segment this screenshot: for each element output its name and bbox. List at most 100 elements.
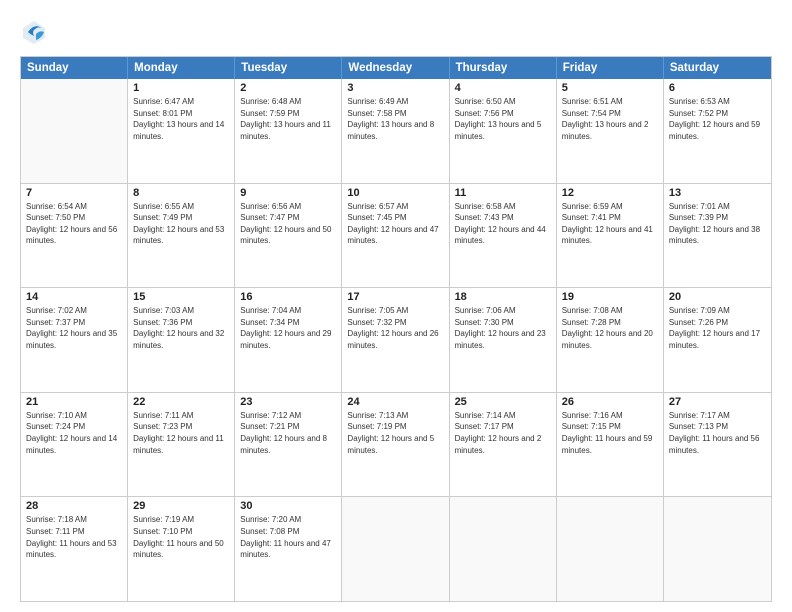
day-cell-12: 12 Sunrise: 6:59 AM Sunset: 7:41 PM Dayli… bbox=[557, 184, 664, 288]
sun-info: Sunrise: 6:54 AM Sunset: 7:50 PM Dayligh… bbox=[26, 201, 122, 247]
empty-cell bbox=[21, 79, 128, 183]
day-number: 5 bbox=[562, 82, 658, 94]
day-cell-22: 22Sunrise: 7:11 AM Sunset: 7:23 PM Dayli… bbox=[128, 393, 235, 497]
header-day-saturday: Saturday bbox=[664, 57, 771, 79]
day-cell-7: 7Sunrise: 6:54 AM Sunset: 7:50 PM Daylig… bbox=[21, 184, 128, 288]
day-number: 25 bbox=[455, 396, 551, 408]
header-day-friday: Friday bbox=[557, 57, 664, 79]
empty-cell bbox=[664, 497, 771, 601]
day-number: 2 bbox=[240, 82, 336, 94]
calendar: SundayMondayTuesdayWednesdayThursdayFrid… bbox=[20, 56, 772, 602]
day-number: 20 bbox=[669, 291, 766, 303]
header-day-wednesday: Wednesday bbox=[342, 57, 449, 79]
header-day-sunday: Sunday bbox=[21, 57, 128, 79]
sun-info: Sunrise: 7:04 AM Sunset: 7:34 PM Dayligh… bbox=[240, 305, 336, 351]
day-cell-11: 11 Sunrise: 6:58 AM Sunset: 7:43 PM Dayli… bbox=[450, 184, 557, 288]
day-number: 12 bbox=[562, 187, 658, 199]
day-cell-2: 2 Sunrise: 6:48 AM Sunset: 7:59 PM Daylig… bbox=[235, 79, 342, 183]
sun-info: Sunrise: 6:59 AM Sunset: 7:41 PM Dayligh… bbox=[562, 201, 658, 247]
day-number: 22 bbox=[133, 396, 229, 408]
day-number: 28 bbox=[26, 500, 122, 512]
day-number: 9 bbox=[240, 187, 336, 199]
sun-info: Sunrise: 7:14 AM Sunset: 7:17 PM Dayligh… bbox=[455, 410, 551, 456]
day-cell-24: 24 Sunrise: 7:13 AM Sunset: 7:19 PM Dayli… bbox=[342, 393, 449, 497]
day-number: 8 bbox=[133, 187, 229, 199]
day-cell-25: 25 Sunrise: 7:14 AM Sunset: 7:17 PM Dayli… bbox=[450, 393, 557, 497]
sun-info: Sunrise: 6:48 AM Sunset: 7:59 PM Dayligh… bbox=[240, 96, 336, 142]
day-cell-20: 20 Sunrise: 7:09 AM Sunset: 7:26 PM Dayli… bbox=[664, 288, 771, 392]
day-cell-6: 6 Sunrise: 6:53 AM Sunset: 7:52 PM Daylig… bbox=[664, 79, 771, 183]
day-number: 21 bbox=[26, 396, 122, 408]
sun-info: Sunrise: 7:09 AM Sunset: 7:26 PM Dayligh… bbox=[669, 305, 766, 351]
calendar-header: SundayMondayTuesdayWednesdayThursdayFrid… bbox=[21, 57, 771, 79]
logo bbox=[20, 18, 52, 46]
sun-info: Sunrise: 7:12 AM Sunset: 7:21 PM Dayligh… bbox=[240, 410, 336, 456]
header-day-monday: Monday bbox=[128, 57, 235, 79]
day-number: 29 bbox=[133, 500, 229, 512]
sun-info: Sunrise: 7:03 AM Sunset: 7:36 PM Dayligh… bbox=[133, 305, 229, 351]
day-number: 23 bbox=[240, 396, 336, 408]
day-number: 19 bbox=[562, 291, 658, 303]
day-number: 16 bbox=[240, 291, 336, 303]
sun-info: Sunrise: 7:13 AM Sunset: 7:19 PM Dayligh… bbox=[347, 410, 443, 456]
sun-info: Sunrise: 6:58 AM Sunset: 7:43 PM Dayligh… bbox=[455, 201, 551, 247]
day-cell-16: 16 Sunrise: 7:04 AM Sunset: 7:34 PM Dayli… bbox=[235, 288, 342, 392]
day-number: 3 bbox=[347, 82, 443, 94]
day-cell-19: 19 Sunrise: 7:08 AM Sunset: 7:28 PM Dayli… bbox=[557, 288, 664, 392]
day-number: 13 bbox=[669, 187, 766, 199]
logo-icon bbox=[20, 18, 48, 46]
day-number: 17 bbox=[347, 291, 443, 303]
sun-info: Sunrise: 6:49 AM Sunset: 7:58 PM Dayligh… bbox=[347, 96, 443, 142]
day-cell-27: 27 Sunrise: 7:17 AM Sunset: 7:13 PM Dayli… bbox=[664, 393, 771, 497]
day-number: 18 bbox=[455, 291, 551, 303]
day-number: 10 bbox=[347, 187, 443, 199]
day-number: 11 bbox=[455, 187, 551, 199]
calendar-row-3: 14 Sunrise: 7:02 AM Sunset: 7:37 PM Dayli… bbox=[21, 287, 771, 392]
header-day-thursday: Thursday bbox=[450, 57, 557, 79]
sun-info: Sunrise: 6:51 AM Sunset: 7:54 PM Dayligh… bbox=[562, 96, 658, 142]
day-cell-14: 14 Sunrise: 7:02 AM Sunset: 7:37 PM Dayli… bbox=[21, 288, 128, 392]
sun-info: Sunrise: 6:50 AM Sunset: 7:56 PM Dayligh… bbox=[455, 96, 551, 142]
day-number: 30 bbox=[240, 500, 336, 512]
empty-cell bbox=[342, 497, 449, 601]
sun-info: Sunrise: 7:18 AM Sunset: 7:11 PM Dayligh… bbox=[26, 514, 122, 560]
sun-info: Sunrise: 7:02 AM Sunset: 7:37 PM Dayligh… bbox=[26, 305, 122, 351]
empty-cell bbox=[557, 497, 664, 601]
day-cell-10: 10Sunrise: 6:57 AM Sunset: 7:45 PM Dayli… bbox=[342, 184, 449, 288]
calendar-row-2: 7Sunrise: 6:54 AM Sunset: 7:50 PM Daylig… bbox=[21, 183, 771, 288]
day-cell-23: 23 Sunrise: 7:12 AM Sunset: 7:21 PM Dayli… bbox=[235, 393, 342, 497]
day-number: 27 bbox=[669, 396, 766, 408]
day-cell-21: 21 Sunrise: 7:10 AM Sunset: 7:24 PM Dayli… bbox=[21, 393, 128, 497]
day-cell-3: 3 Sunrise: 6:49 AM Sunset: 7:58 PM Daylig… bbox=[342, 79, 449, 183]
header bbox=[20, 18, 772, 46]
calendar-row-5: 28 Sunrise: 7:18 AM Sunset: 7:11 PM Dayli… bbox=[21, 496, 771, 601]
sun-info: Sunrise: 7:17 AM Sunset: 7:13 PM Dayligh… bbox=[669, 410, 766, 456]
day-number: 24 bbox=[347, 396, 443, 408]
day-cell-9: 9 Sunrise: 6:56 AM Sunset: 7:47 PM Daylig… bbox=[235, 184, 342, 288]
day-cell-30: 30 Sunrise: 7:20 AM Sunset: 7:08 PM Dayli… bbox=[235, 497, 342, 601]
day-cell-28: 28 Sunrise: 7:18 AM Sunset: 7:11 PM Dayli… bbox=[21, 497, 128, 601]
sun-info: Sunrise: 7:08 AM Sunset: 7:28 PM Dayligh… bbox=[562, 305, 658, 351]
sun-info: Sunrise: 7:05 AM Sunset: 7:32 PM Dayligh… bbox=[347, 305, 443, 351]
header-day-tuesday: Tuesday bbox=[235, 57, 342, 79]
day-cell-18: 18Sunrise: 7:06 AM Sunset: 7:30 PM Dayli… bbox=[450, 288, 557, 392]
day-cell-5: 5 Sunrise: 6:51 AM Sunset: 7:54 PM Daylig… bbox=[557, 79, 664, 183]
day-number: 26 bbox=[562, 396, 658, 408]
sun-info: Sunrise: 7:01 AM Sunset: 7:39 PM Dayligh… bbox=[669, 201, 766, 247]
calendar-row-4: 21 Sunrise: 7:10 AM Sunset: 7:24 PM Dayli… bbox=[21, 392, 771, 497]
sun-info: Sunrise: 6:53 AM Sunset: 7:52 PM Dayligh… bbox=[669, 96, 766, 142]
day-number: 6 bbox=[669, 82, 766, 94]
day-cell-15: 15 Sunrise: 7:03 AM Sunset: 7:36 PM Dayli… bbox=[128, 288, 235, 392]
day-number: 15 bbox=[133, 291, 229, 303]
page: SundayMondayTuesdayWednesdayThursdayFrid… bbox=[0, 0, 792, 612]
sun-info: Sunrise: 7:20 AM Sunset: 7:08 PM Dayligh… bbox=[240, 514, 336, 560]
sun-info: Sunrise: 6:55 AM Sunset: 7:49 PM Dayligh… bbox=[133, 201, 229, 247]
sun-info: Sunrise: 7:10 AM Sunset: 7:24 PM Dayligh… bbox=[26, 410, 122, 456]
day-cell-29: 29 Sunrise: 7:19 AM Sunset: 7:10 PM Dayli… bbox=[128, 497, 235, 601]
day-cell-17: 17 Sunrise: 7:05 AM Sunset: 7:32 PM Dayli… bbox=[342, 288, 449, 392]
day-cell-13: 13 Sunrise: 7:01 AM Sunset: 7:39 PM Dayli… bbox=[664, 184, 771, 288]
sun-info: Sunrise: 6:56 AM Sunset: 7:47 PM Dayligh… bbox=[240, 201, 336, 247]
day-number: 14 bbox=[26, 291, 122, 303]
sun-info: Sunrise: 7:19 AM Sunset: 7:10 PM Dayligh… bbox=[133, 514, 229, 560]
sun-info: Sunrise: 7:16 AM Sunset: 7:15 PM Dayligh… bbox=[562, 410, 658, 456]
